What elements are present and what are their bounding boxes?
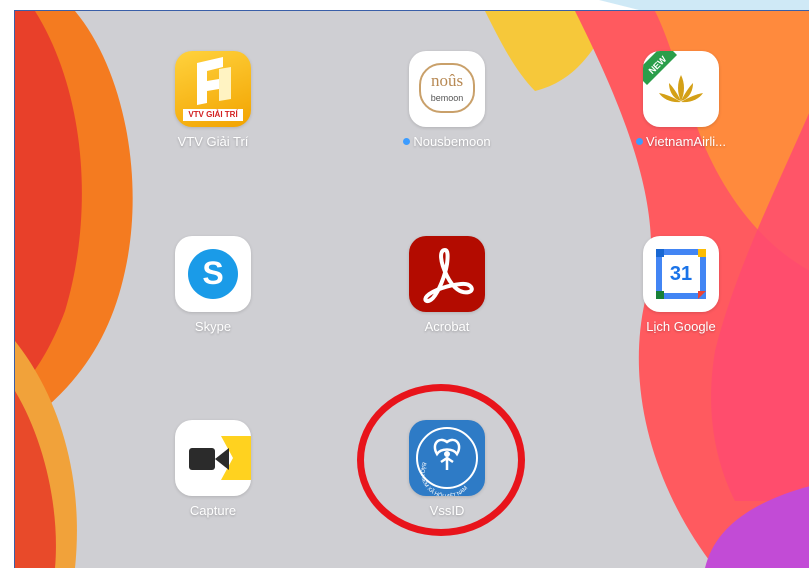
app-label: Nousbemoon (413, 134, 491, 149)
app-label: VTV Giải Trí (177, 134, 249, 149)
vtv-giai-tri-icon: VTV GIẢI TRÍ (175, 51, 251, 127)
app-skype[interactable]: S Skype (153, 236, 273, 334)
nous-brand-text: noûs (430, 71, 464, 90)
app-acrobat[interactable]: Acrobat (387, 236, 507, 334)
google-calendar-icon: 31 (643, 236, 719, 312)
app-vietnam-airlines[interactable]: NEW VietnamAirli... (621, 51, 741, 149)
capture-camera-icon (175, 420, 251, 496)
vietnam-airlines-lotus-icon: NEW (643, 51, 719, 127)
annotation-highlight-circle (357, 384, 525, 536)
app-label-row: VietnamAirli... (621, 134, 741, 149)
app-vtv-giai-tri[interactable]: VTV GIẢI TRÍ VTV Giải Trí (153, 51, 273, 149)
app-capture[interactable]: Capture (153, 420, 273, 518)
app-google-calendar[interactable]: 31 Lịch Google (621, 236, 741, 334)
app-label: Lịch Google (646, 319, 716, 334)
skype-glyph: S (202, 255, 224, 291)
app-label: Capture (189, 503, 237, 518)
vtv-brand-text: VTV GIẢI TRÍ (188, 110, 238, 119)
update-dot (403, 138, 411, 145)
adobe-acrobat-icon (409, 236, 485, 312)
app-label: Skype (194, 319, 232, 334)
calendar-date-glyph: 31 (669, 263, 693, 285)
app-label: VietnamAirli... (646, 134, 726, 149)
corner-decoration (599, 0, 809, 10)
app-label: Acrobat (424, 319, 470, 334)
nousbemoon-icon: noûs bemoon (409, 51, 485, 127)
app-nousbemoon[interactable]: noûs bemoon Nousbemoon (387, 51, 507, 149)
skype-icon: S (175, 236, 251, 312)
update-dot (636, 138, 644, 145)
bemoon-brand-text: bemoon (430, 93, 464, 103)
app-label-row: Nousbemoon (387, 134, 507, 149)
